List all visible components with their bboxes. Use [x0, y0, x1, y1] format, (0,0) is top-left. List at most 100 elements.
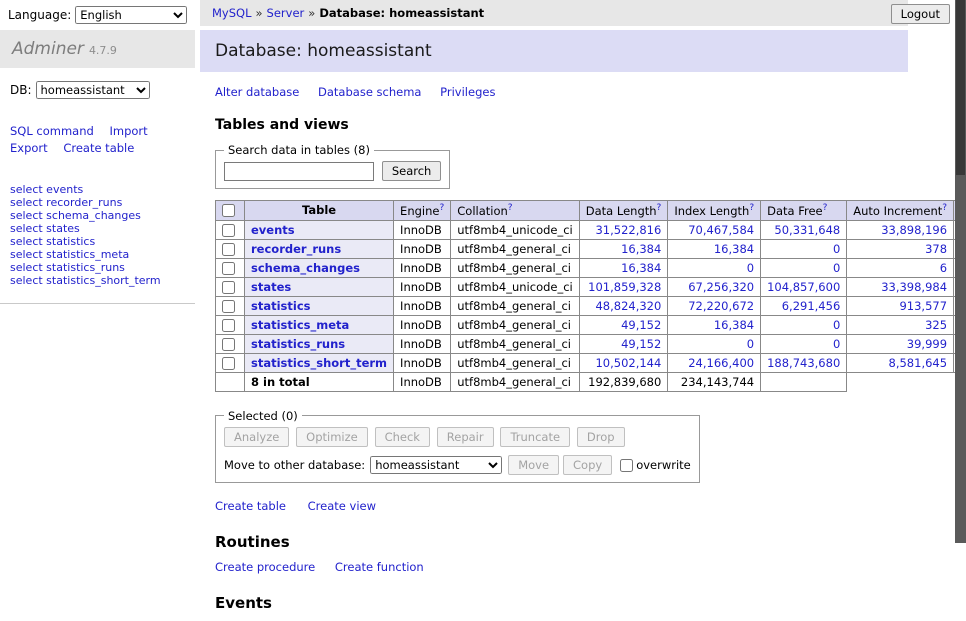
- collation-cell: utf8mb4_general_ci: [451, 258, 580, 277]
- totals-row: 8 in total InnoDB utf8mb4_general_ci 192…: [216, 372, 966, 391]
- index-length-link[interactable]: 24,166,400: [688, 356, 754, 370]
- scrollbar-thumb[interactable]: [956, 0, 965, 175]
- sidebar-action-link[interactable]: Export: [10, 141, 48, 155]
- selected-action-button[interactable]: Drop: [577, 427, 625, 447]
- totals-collation: utf8mb4_general_ci: [451, 372, 580, 391]
- data-length-link[interactable]: 16,384: [621, 242, 661, 256]
- table-name-link[interactable]: states: [251, 280, 291, 294]
- data-free-link[interactable]: 0: [833, 242, 840, 256]
- breadcrumb-server-link[interactable]: Server: [267, 6, 305, 20]
- select-all-checkbox[interactable]: [222, 204, 235, 217]
- scrollbar[interactable]: [955, 0, 966, 543]
- help-link[interactable]: ?: [749, 203, 754, 213]
- selected-action-button[interactable]: Optimize: [296, 427, 368, 447]
- logout-button[interactable]: Logout: [891, 4, 950, 24]
- overwrite-checkbox[interactable]: [620, 459, 633, 472]
- index-length-link[interactable]: 72,220,672: [688, 299, 754, 313]
- index-length-link[interactable]: 16,384: [714, 242, 754, 256]
- table-name-link[interactable]: statistics_runs: [251, 337, 345, 351]
- db-select[interactable]: homeassistant: [36, 81, 150, 99]
- sidebar-action-link[interactable]: Import: [109, 124, 147, 138]
- create-link[interactable]: Create view: [308, 499, 376, 513]
- row-checkbox[interactable]: [222, 262, 235, 275]
- index-length-link[interactable]: 0: [747, 261, 754, 275]
- sidebar-select-table-link[interactable]: select events: [10, 183, 185, 196]
- data-length-link[interactable]: 16,384: [621, 261, 661, 275]
- data-free-link[interactable]: 104,857,600: [767, 280, 840, 294]
- help-link[interactable]: ?: [942, 203, 947, 213]
- selected-action-button[interactable]: Analyze: [224, 427, 289, 447]
- help-link[interactable]: ?: [823, 203, 828, 213]
- database-nav-link[interactable]: Database schema: [318, 85, 421, 99]
- totals-index-length: 234,143,744: [668, 372, 761, 391]
- row-checkbox[interactable]: [222, 357, 235, 370]
- row-checkbox[interactable]: [222, 319, 235, 332]
- move-db-select[interactable]: homeassistant: [370, 456, 502, 474]
- help-link[interactable]: ?: [657, 203, 662, 213]
- row-checkbox[interactable]: [222, 224, 235, 237]
- data-free-link[interactable]: 50,331,648: [774, 223, 840, 237]
- data-free-link[interactable]: 0: [833, 318, 840, 332]
- auto-increment-link[interactable]: 325: [925, 318, 947, 332]
- table-name-link[interactable]: statistics: [251, 299, 311, 313]
- data-length-link[interactable]: 49,152: [621, 318, 661, 332]
- data-length-link[interactable]: 101,859,328: [588, 280, 661, 294]
- table-name-link[interactable]: statistics_short_term: [251, 356, 387, 370]
- row-checkbox[interactable]: [222, 243, 235, 256]
- breadcrumb-mysql-link[interactable]: MySQL: [212, 6, 252, 20]
- sidebar-select-table-link[interactable]: select states: [10, 222, 185, 235]
- row-checkbox[interactable]: [222, 281, 235, 294]
- selected-action-button[interactable]: Check: [375, 427, 430, 447]
- data-free-link[interactable]: 0: [833, 337, 840, 351]
- data-length-link[interactable]: 48,824,320: [595, 299, 661, 313]
- table-row: statistics_meta InnoDB utf8mb4_general_c…: [216, 315, 966, 334]
- data-length-link[interactable]: 10,502,144: [595, 356, 661, 370]
- routine-create-link[interactable]: Create procedure: [215, 560, 315, 574]
- breadcrumb: MySQL»Server»Database: homeassistant: [200, 0, 908, 26]
- table-name-link[interactable]: schema_changes: [251, 261, 360, 275]
- sidebar-select-table-link[interactable]: select statistics_meta: [10, 248, 185, 261]
- auto-increment-link[interactable]: 913,577: [899, 299, 947, 313]
- index-length-link[interactable]: 70,467,584: [688, 223, 754, 237]
- row-checkbox[interactable]: [222, 338, 235, 351]
- sidebar-select-table-link[interactable]: select recorder_runs: [10, 196, 185, 209]
- create-link[interactable]: Create table: [215, 499, 286, 513]
- data-length-link[interactable]: 49,152: [621, 337, 661, 351]
- sidebar-select-table-link[interactable]: select statistics_runs: [10, 261, 185, 274]
- index-length-link[interactable]: 16,384: [714, 318, 754, 332]
- help-link[interactable]: ?: [508, 203, 513, 213]
- table-name-link[interactable]: events: [251, 223, 295, 237]
- routine-create-link[interactable]: Create function: [335, 560, 424, 574]
- search-input[interactable]: [224, 162, 374, 181]
- data-free-link[interactable]: 0: [833, 261, 840, 275]
- copy-button[interactable]: Copy: [563, 455, 612, 475]
- auto-increment-link[interactable]: 8,581,645: [889, 356, 948, 370]
- index-length-link[interactable]: 67,256,320: [688, 280, 754, 294]
- sidebar-action-link[interactable]: SQL command: [10, 124, 94, 138]
- move-button[interactable]: Move: [508, 455, 559, 475]
- auto-increment-link[interactable]: 6: [940, 261, 947, 275]
- auto-increment-link[interactable]: 378: [925, 242, 947, 256]
- data-free-link[interactable]: 188,743,680: [767, 356, 840, 370]
- auto-increment-link[interactable]: 33,398,984: [881, 280, 947, 294]
- sidebar-select-table-link[interactable]: select schema_changes: [10, 209, 185, 222]
- sidebar-select-table-link[interactable]: select statistics_short_term: [10, 274, 185, 287]
- index-length-link[interactable]: 0: [747, 337, 754, 351]
- database-nav-link[interactable]: Privileges: [440, 85, 495, 99]
- table-name-link[interactable]: recorder_runs: [251, 242, 341, 256]
- search-button[interactable]: Search: [382, 161, 442, 181]
- row-checkbox[interactable]: [222, 300, 235, 313]
- data-free-link[interactable]: 6,291,456: [782, 299, 841, 313]
- help-link[interactable]: ?: [439, 203, 444, 213]
- language-select[interactable]: English: [75, 6, 187, 24]
- selected-action-button[interactable]: Truncate: [500, 427, 570, 447]
- selected-action-button[interactable]: Repair: [437, 427, 494, 447]
- sidebar-select-table-link[interactable]: select statistics: [10, 235, 185, 248]
- auto-increment-link[interactable]: 39,999: [907, 337, 947, 351]
- auto-increment-link[interactable]: 33,898,196: [881, 223, 947, 237]
- engine-cell: InnoDB: [394, 353, 451, 372]
- sidebar-action-link[interactable]: Create table: [63, 141, 134, 155]
- data-length-link[interactable]: 31,522,816: [595, 223, 661, 237]
- database-nav-link[interactable]: Alter database: [215, 85, 299, 99]
- table-name-link[interactable]: statistics_meta: [251, 318, 349, 332]
